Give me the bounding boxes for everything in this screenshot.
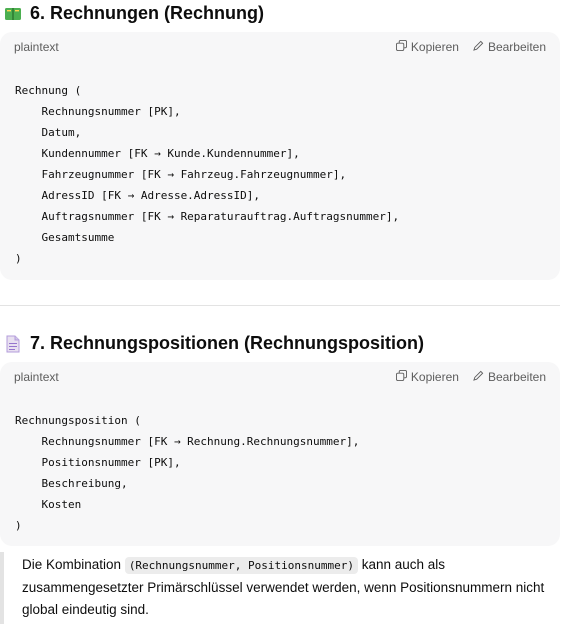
copy-icon bbox=[395, 370, 407, 384]
edit-label: Bearbeiten bbox=[487, 370, 546, 384]
code-actions: Kopieren Bearbeiten bbox=[395, 370, 546, 384]
code-line: Fahrzeugnummer [FK → Fahrzeug.Fahrzeugnu… bbox=[15, 168, 347, 181]
code-actions: Kopieren Bearbeiten bbox=[395, 40, 546, 54]
section-title: 7. Rechnungspositionen (Rechnungspositio… bbox=[30, 333, 424, 353]
green-book-icon bbox=[4, 5, 22, 23]
code-content: Rechnung ( Rechnungsnummer [PK], Datum, … bbox=[15, 80, 399, 269]
code-line: ) bbox=[15, 252, 22, 265]
code-line: Beschreibung, bbox=[15, 477, 128, 490]
code-line: Rechnungsnummer [FK → Rechnung.Rechnungs… bbox=[15, 435, 360, 448]
code-block-rechnung: plaintext Kopieren Bearbeiten Rechnung (… bbox=[0, 32, 560, 280]
note-text: Die Kombination (Rechnungsnummer, Positi… bbox=[22, 554, 558, 621]
code-language-label: plaintext bbox=[14, 40, 59, 54]
code-line: Rechnungsposition ( bbox=[15, 414, 141, 427]
section-heading-6: 6. Rechnungen (Rechnung) bbox=[4, 3, 264, 24]
edit-button[interactable]: Bearbeiten bbox=[473, 40, 546, 54]
code-header: plaintext Kopieren Bearbeiten bbox=[0, 362, 560, 392]
copy-icon bbox=[395, 40, 407, 54]
code-line: Gesamtsumme bbox=[15, 231, 115, 244]
copy-label: Kopieren bbox=[410, 370, 459, 384]
copy-label: Kopieren bbox=[410, 40, 459, 54]
code-header: plaintext Kopieren Bearbeiten bbox=[0, 32, 560, 62]
pencil-icon bbox=[473, 370, 484, 384]
code-content: Rechnungsposition ( Rechnungsnummer [FK … bbox=[15, 410, 359, 536]
code-line: Rechnung ( bbox=[15, 84, 82, 97]
code-line: Kosten bbox=[15, 498, 82, 511]
copy-button[interactable]: Kopieren bbox=[395, 370, 459, 384]
copy-button[interactable]: Kopieren bbox=[395, 40, 459, 54]
code-line: Rechnungsnummer [PK], bbox=[15, 105, 181, 118]
section-divider bbox=[0, 305, 560, 306]
code-line: Positionsnummer [PK], bbox=[15, 456, 181, 469]
info-note: Die Kombination (Rechnungsnummer, Positi… bbox=[0, 552, 564, 624]
page-document-icon bbox=[4, 335, 22, 353]
inline-code: (Rechnungsnummer, Positionsnummer) bbox=[124, 557, 358, 574]
note-text-start: Die Kombination bbox=[22, 557, 125, 572]
code-line: AdressID [FK → Adresse.AdressID], bbox=[15, 189, 261, 202]
code-block-rechnungsposition: plaintext Kopieren Bearbeiten Rechnungsp… bbox=[0, 362, 560, 546]
section-heading-7: 7. Rechnungspositionen (Rechnungspositio… bbox=[4, 333, 424, 354]
code-line: Auftragsnummer [FK → Reparaturauftrag.Au… bbox=[15, 210, 400, 223]
code-line: ) bbox=[15, 519, 22, 532]
code-line: Kundennummer [FK → Kunde.Kundennummer], bbox=[15, 147, 300, 160]
section-title: 6. Rechnungen (Rechnung) bbox=[30, 3, 264, 23]
edit-button[interactable]: Bearbeiten bbox=[473, 370, 546, 384]
code-language-label: plaintext bbox=[14, 370, 59, 384]
pencil-icon bbox=[473, 40, 484, 54]
edit-label: Bearbeiten bbox=[487, 40, 546, 54]
code-line: Datum, bbox=[15, 126, 82, 139]
